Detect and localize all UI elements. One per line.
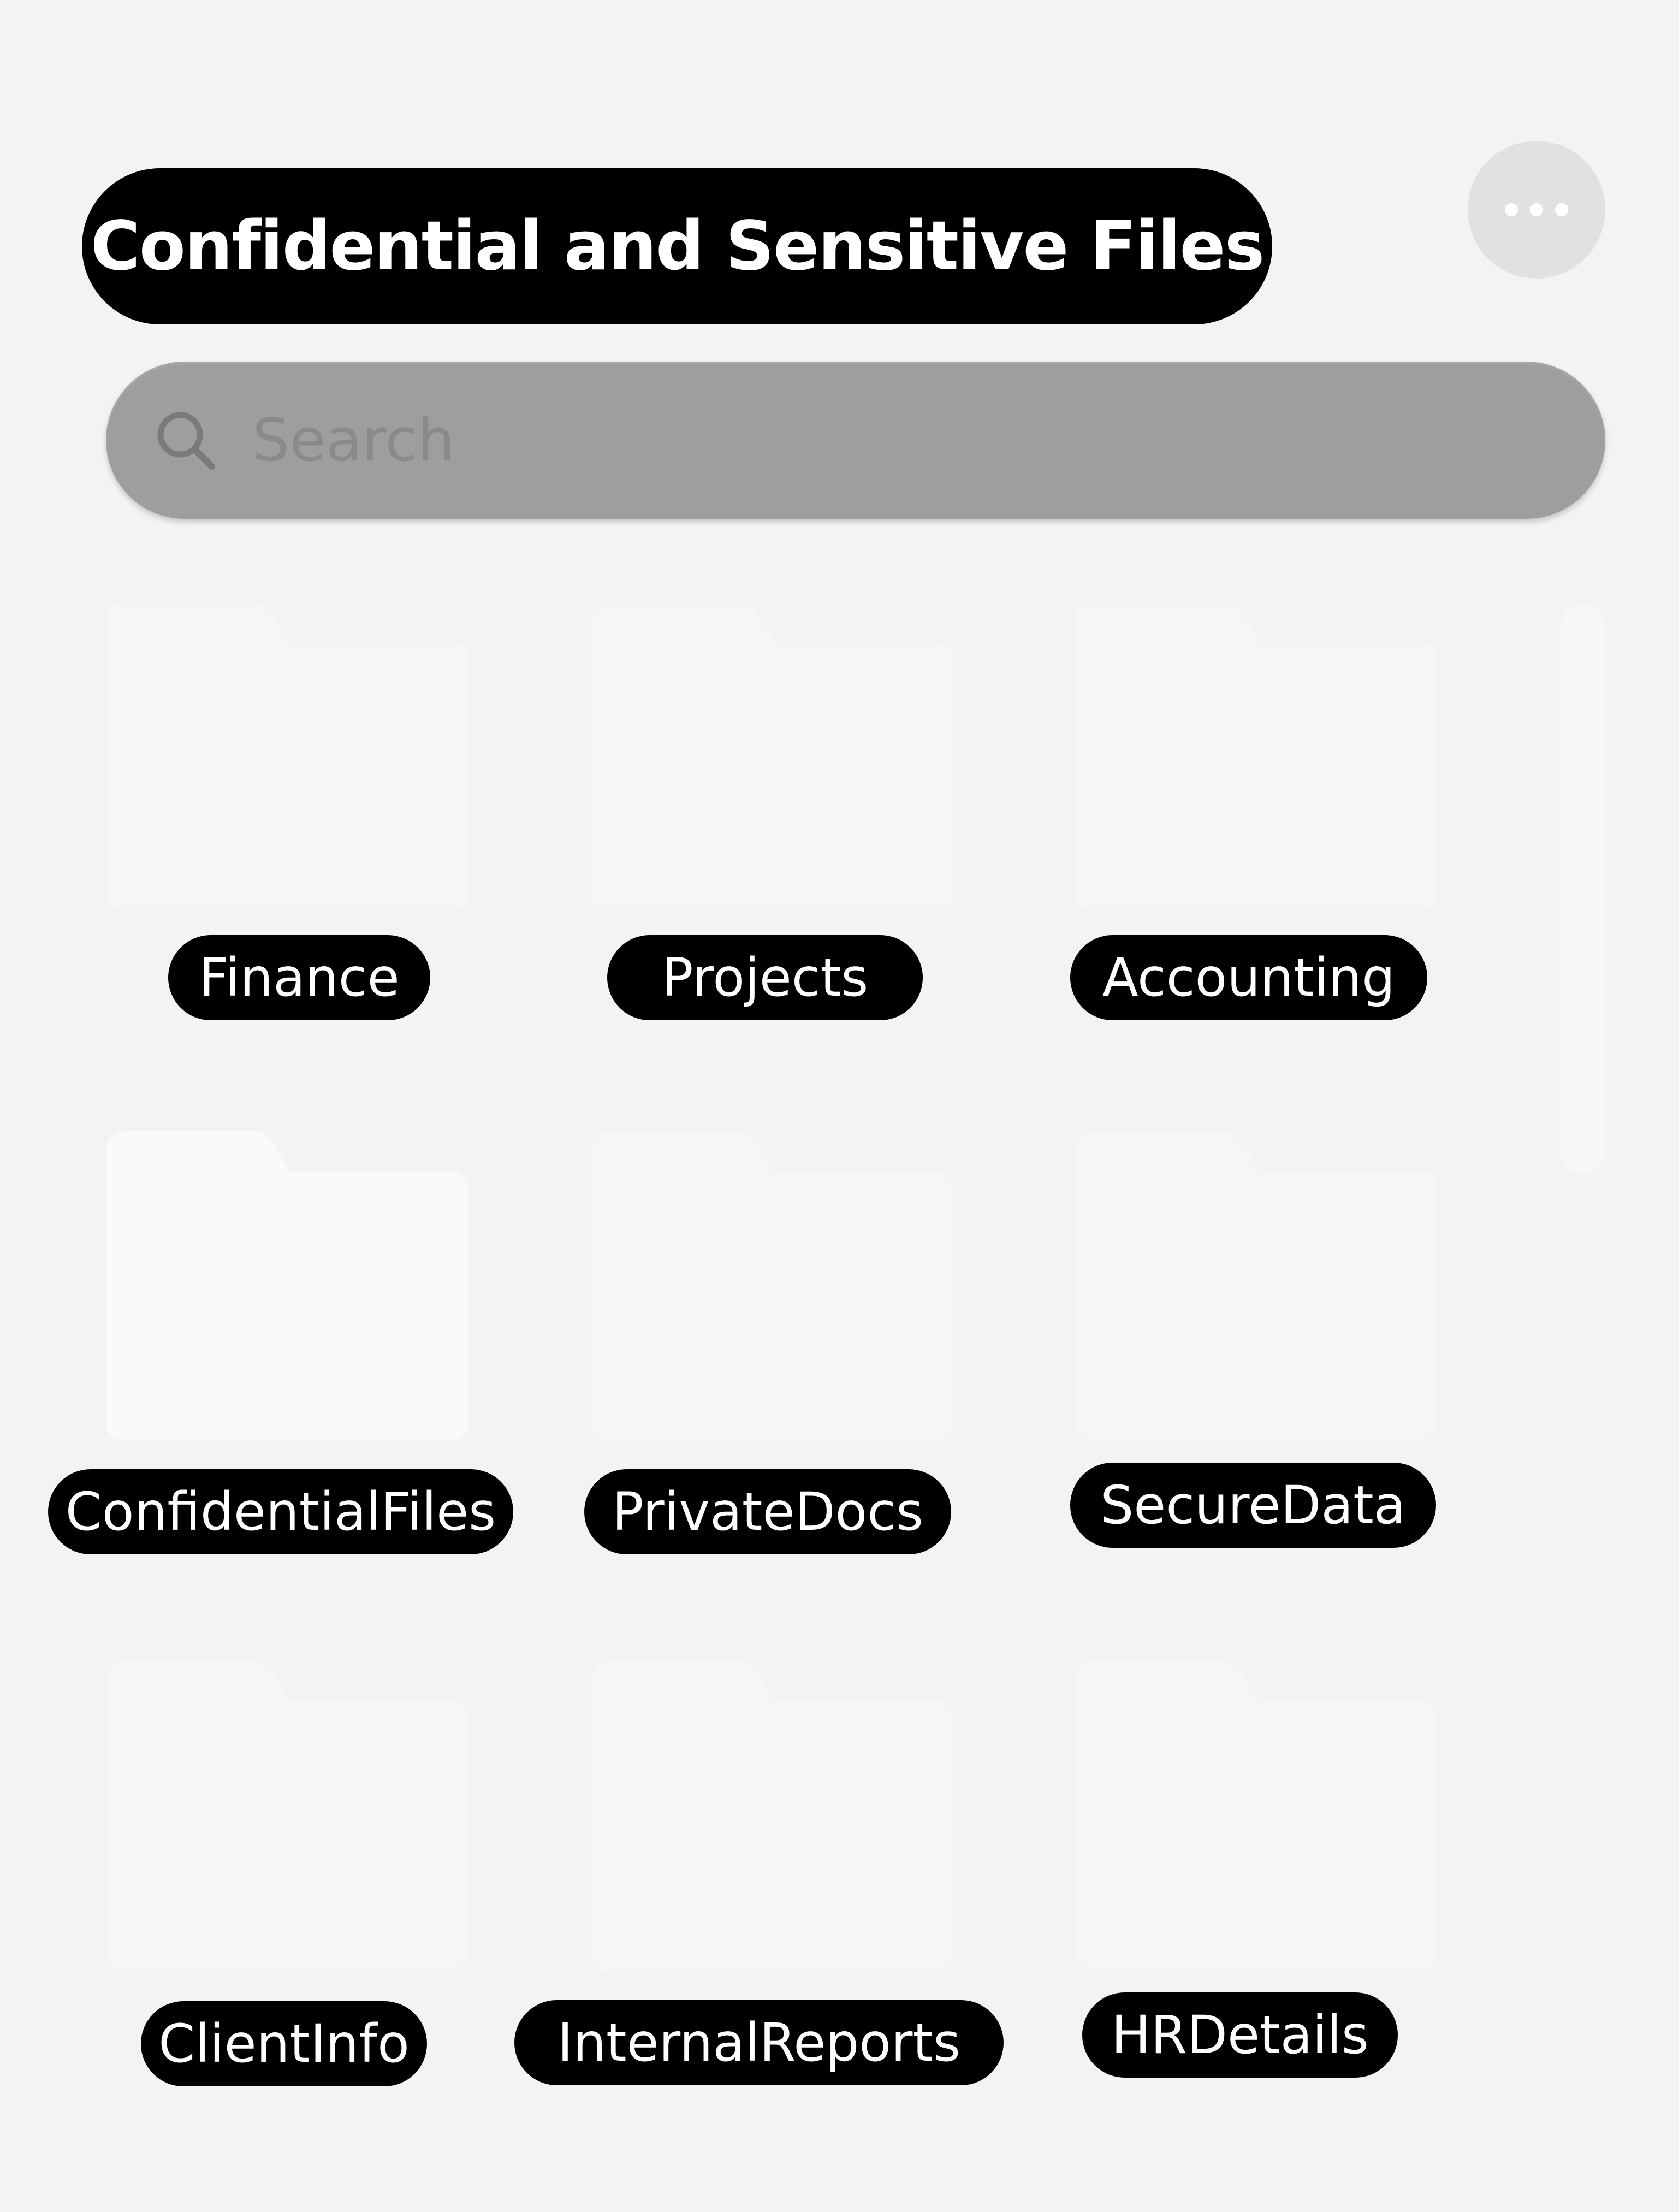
folder-icon: [1076, 1660, 1438, 1969]
search-input[interactable]: [252, 386, 1605, 495]
search-bar[interactable]: [106, 362, 1605, 519]
folder-icon: [591, 601, 953, 910]
scrollbar[interactable]: [1561, 604, 1604, 1174]
folder-label-hrdetails[interactable]: HRDetails: [1082, 1992, 1398, 2078]
page-title: Confidential and Sensitive Files: [90, 207, 1265, 286]
folder-label-projects[interactable]: Projects: [607, 935, 923, 1020]
folder-label-clientinfo[interactable]: ClientInfo: [141, 2001, 427, 2086]
more-horizontal-icon: [1505, 203, 1518, 216]
folder-label-internalreports[interactable]: InternalReports: [514, 2000, 1004, 2085]
folder-label-accounting[interactable]: Accounting: [1070, 935, 1427, 1020]
folder-icon: [1076, 601, 1438, 910]
folder-label-confidentialfiles[interactable]: ConfidentialFiles: [48, 1469, 513, 1554]
folder-icon: [106, 601, 468, 910]
more-options-button[interactable]: [1468, 141, 1605, 279]
folder-icon: [106, 1131, 468, 1440]
more-dot: [1555, 203, 1568, 216]
more-dot: [1530, 203, 1543, 216]
folder-icon: [591, 1131, 953, 1440]
folder-label-finance[interactable]: Finance: [168, 935, 430, 1020]
folder-icon: [591, 1660, 953, 1969]
search-icon: [157, 412, 215, 470]
folder-label-privatedocs[interactable]: PrivateDocs: [584, 1469, 951, 1554]
page-title-pill: Confidential and Sensitive Files: [82, 168, 1272, 324]
folder-label-securedata[interactable]: SecureData: [1070, 1463, 1436, 1548]
folder-icon: [1076, 1131, 1438, 1440]
folder-icon: [106, 1660, 468, 1969]
